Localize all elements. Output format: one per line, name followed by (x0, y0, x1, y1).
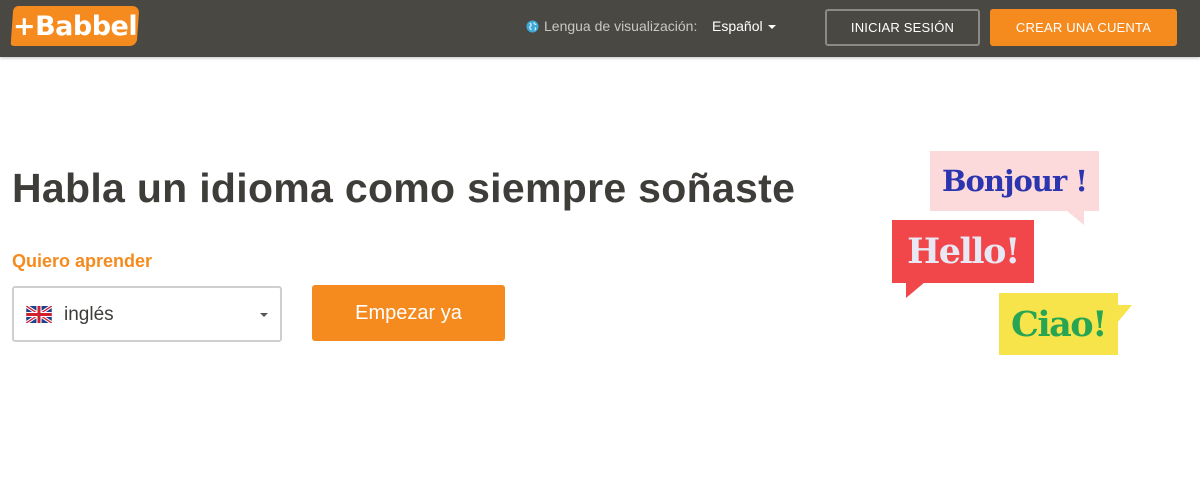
signup-button[interactable]: CREAR UNA CUENTA (990, 9, 1177, 46)
bubble-tail (1117, 305, 1132, 323)
bubble-bonjour: Bonjour ! (930, 151, 1099, 211)
greeting-bubbles: Bonjour ! Hello! Ciao! (880, 140, 1140, 370)
top-navigation-bar: +Babbel Lengua de visualización: Español… (0, 0, 1200, 57)
learn-language-select[interactable]: inglés (12, 286, 282, 342)
page-title: Habla un idioma como siempre soñaste (12, 165, 796, 211)
babbel-logo[interactable]: +Babbel (10, 6, 140, 46)
globe-icon (526, 19, 539, 33)
chevron-down-icon (767, 25, 776, 29)
bubble-ciao: Ciao! (999, 293, 1118, 355)
logo-text: +Babbel (12, 10, 138, 42)
learn-language-label: Quiero aprender (12, 251, 153, 271)
bubble-tail (906, 282, 925, 298)
bubble-hello: Hello! (892, 220, 1034, 283)
login-button[interactable]: INICIAR SESIÓN (825, 9, 980, 46)
chevron-down-icon (260, 313, 268, 317)
display-language-select[interactable]: Español (712, 17, 776, 35)
display-language: Lengua de visualización: (526, 17, 697, 35)
display-language-value: Español (712, 18, 763, 34)
display-language-label: Lengua de visualización: (544, 18, 698, 34)
start-button[interactable]: Empezar ya (312, 285, 505, 341)
bubble-tail (1066, 210, 1084, 225)
uk-flag-icon (26, 306, 52, 323)
learn-language-value: inglés (64, 304, 114, 325)
